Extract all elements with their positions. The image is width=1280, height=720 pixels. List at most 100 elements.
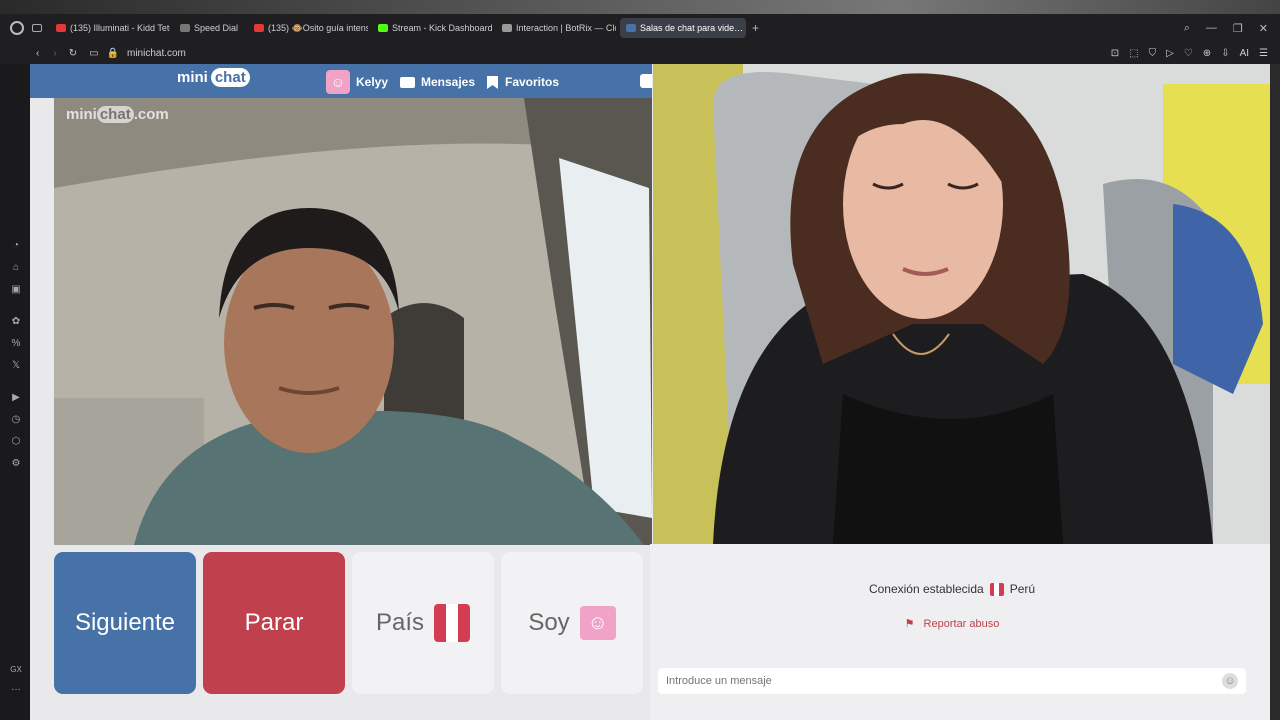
browser-tab[interactable]: (135) Illuminati - Kidd Teton [50, 18, 170, 38]
new-tab-button[interactable]: + [752, 21, 759, 35]
tab-favicon-icon [502, 24, 513, 32]
minimize-icon[interactable]: — [1206, 22, 1217, 35]
user-avatar-icon: ☺ [326, 70, 350, 94]
country-button-label: País [375, 609, 425, 636]
download-icon[interactable]: ⇩ [1221, 48, 1229, 59]
browser-tab[interactable]: Salas de chat para vide… [620, 18, 747, 38]
extensions-icon[interactable]: ⬡ [10, 436, 22, 448]
remote-video-frame [653, 64, 1280, 544]
browser-tab[interactable]: (135) 🐵Osito guía intensi… [248, 18, 368, 38]
menu-icon[interactable]: ☰ [1259, 48, 1268, 59]
pin-icon[interactable]: ⊡ [1111, 48, 1119, 59]
watermark-bubble: chat [96, 106, 134, 123]
partner-country: Perú [1009, 582, 1036, 596]
next-button[interactable]: Siguiente [54, 552, 196, 694]
more-icon[interactable]: ··· [10, 684, 22, 696]
tab-favicon-icon [56, 24, 66, 32]
minichat-page: mini chat ☺ Kelyy Mensajes Favoritos min… [30, 64, 1280, 720]
report-abuse-label: Reportar abuso [923, 618, 1000, 630]
forward-icon[interactable]: › [53, 48, 56, 59]
nav-messages[interactable]: Mensajes [400, 71, 475, 93]
message-box: ☺ [658, 668, 1246, 694]
peru-flag-icon [434, 604, 471, 642]
close-icon[interactable]: ✕ [1259, 22, 1268, 35]
browser-tab[interactable]: Stream - Kick Dashboard [372, 18, 492, 38]
tab-label: Interaction | BotRix — Clou… [516, 23, 616, 33]
tab-label: Salas de chat para vide… [640, 23, 744, 33]
logo-text: mini [177, 69, 208, 86]
flag-icon: ⚑ [904, 618, 915, 630]
next-button-label: Siguiente [74, 609, 176, 636]
gx-label[interactable]: GX [6, 664, 26, 676]
nav-messages-label: Mensajes [421, 75, 476, 89]
chat-panel: Conexión establecida Perú ⚑ Reportar abu… [650, 544, 1270, 720]
gender-button[interactable]: Soy ☺ [501, 552, 643, 694]
minichat-logo[interactable]: mini chat [177, 68, 250, 87]
history-icon[interactable]: ◷ [10, 414, 22, 426]
control-buttons: Siguiente Parar País Soy ☺ [54, 552, 644, 694]
ai-button[interactable]: AI [1240, 48, 1249, 59]
peru-flag-small-icon [989, 582, 1004, 596]
bookmark-icon [487, 75, 498, 89]
tab-favicon-icon [180, 24, 190, 32]
logo-bubble: chat [210, 68, 250, 87]
heart-icon[interactable]: ♡ [1184, 48, 1193, 59]
nav-profile[interactable]: ☺ Kelyy [326, 70, 389, 94]
messenger-icon[interactable]: ▣ [10, 284, 22, 296]
nav-profile-label: Kelyy [356, 75, 389, 89]
camera-icon[interactable]: ▭ [89, 48, 98, 59]
screen-top-strip [0, 0, 1280, 14]
remote-video [653, 64, 1280, 544]
maximize-icon[interactable]: ❐ [1233, 22, 1243, 35]
speed-icon[interactable]: ◔ [10, 240, 22, 252]
country-button[interactable]: País [352, 552, 494, 694]
browser-tab[interactable]: Interaction | BotRix — Clou… [496, 18, 616, 38]
local-video-frame [54, 98, 652, 545]
player-icon[interactable]: ▶ [10, 392, 22, 404]
snapshot-icon[interactable]: ⬚ [1129, 48, 1138, 59]
search-icon[interactable]: ⌕ [1184, 22, 1190, 35]
mail-icon [400, 76, 415, 88]
local-video: mini chat .com [54, 98, 652, 545]
wallet-icon[interactable]: ⊕ [1203, 48, 1211, 59]
minichat-watermark: mini chat .com [66, 106, 169, 123]
nav-favorites-label: Favoritos [505, 75, 560, 89]
video-chat-icon[interactable] [640, 74, 652, 88]
tab-label: Stream - Kick Dashboard [392, 23, 493, 33]
address-bar: ‹ › ↻ ▭ 🔒 minichat.com ⊡ ⬚ ⛉ ▷ ♡ ⊕ ⇩ AI … [0, 42, 1280, 64]
browser-tab[interactable]: Speed Dial [174, 18, 244, 38]
watermark-domain: .com [133, 106, 169, 123]
bag-icon[interactable]: ⌂ [10, 262, 22, 274]
reload-icon[interactable]: ↻ [69, 48, 77, 59]
lock-icon: 🔒 [106, 47, 119, 59]
nav-favorites[interactable]: Favoritos [486, 71, 559, 93]
connection-status: Conexión establecida Perú [650, 582, 1254, 596]
browser-tab-bar: (135) Illuminati - Kidd Teton Speed Dial (… [0, 14, 1280, 42]
report-abuse-link[interactable]: ⚑ Reportar abuso [650, 617, 1254, 630]
page-scrollbar[interactable] [1270, 64, 1280, 720]
gender-button-label: Soy [528, 609, 570, 636]
message-input[interactable] [666, 675, 1222, 687]
tab-label: Speed Dial [194, 23, 239, 33]
connection-status-text: Conexión establecida [868, 582, 984, 596]
tab-label: (135) Illuminati - Kidd Teton [70, 23, 170, 33]
shield-icon[interactable]: ⛉ [1149, 48, 1157, 59]
stop-button[interactable]: Parar [203, 552, 345, 694]
x-icon[interactable]: 𝕏 [10, 360, 22, 372]
tab-switcher-icon[interactable] [32, 24, 42, 32]
tab-label: (135) 🐵Osito guía intensi… [268, 22, 368, 33]
chatgpt-icon[interactable]: ✿ [10, 316, 22, 328]
opera-logo-icon[interactable] [10, 21, 24, 35]
female-avatar-icon: ☺ [579, 606, 616, 640]
browser-sidebar: ◔ ⌂ ▣ ✿ % 𝕏 ▶ ◷ ⬡ ⚙ GX ··· [0, 64, 30, 720]
url-text[interactable]: minichat.com [127, 48, 186, 59]
stop-button-label: Parar [244, 609, 304, 636]
play-icon[interactable]: ▷ [1166, 48, 1174, 59]
percent-icon[interactable]: % [10, 338, 22, 350]
settings-icon[interactable]: ⚙ [10, 458, 22, 470]
back-icon[interactable]: ‹ [36, 48, 39, 59]
site-header: mini chat ☺ Kelyy Mensajes Favoritos [30, 64, 652, 98]
tab-favicon-icon [378, 24, 389, 32]
watermark-text: mini [66, 106, 97, 123]
emoji-icon[interactable]: ☺ [1222, 673, 1238, 689]
